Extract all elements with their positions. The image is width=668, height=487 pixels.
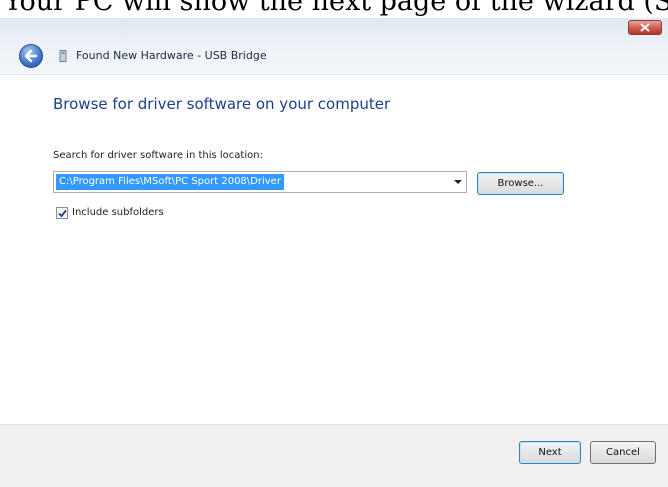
driver-path-value: C:\Program Files\MSoft\PC Sport 2008\Dri… — [56, 174, 284, 190]
driver-path-combobox[interactable]: C:\Program Files\MSoft\PC Sport 2008\Dri… — [53, 171, 467, 193]
search-location-label: Search for driver software in this locat… — [53, 150, 263, 161]
back-button[interactable] — [19, 44, 43, 68]
chevron-down-icon[interactable] — [454, 180, 462, 184]
caption-text: Your PC will show the next page of the w… — [4, 0, 668, 17]
page-heading: Browse for driver software on your compu… — [53, 95, 391, 113]
window-title: Found New Hardware - USB Bridge — [76, 49, 267, 62]
close-button[interactable] — [628, 20, 662, 35]
back-arrow-icon — [24, 49, 38, 63]
footer-bar: Next Cancel — [0, 424, 668, 487]
close-icon — [640, 23, 650, 32]
next-button[interactable]: Next — [519, 441, 581, 464]
hardware-icon — [59, 50, 67, 62]
include-subfolders-checkbox[interactable] — [56, 207, 68, 219]
wizard-window: Found New Hardware - USB Bridge Browse f… — [0, 18, 668, 487]
browse-button[interactable]: Browse... — [477, 172, 564, 195]
title-bar: Found New Hardware - USB Bridge — [0, 18, 668, 75]
cancel-button[interactable]: Cancel — [590, 441, 656, 464]
caption-text-clip: Your PC will show the next page of the w… — [0, 0, 668, 18]
checkmark-icon — [58, 209, 67, 218]
include-subfolders-label: Include subfolders — [72, 207, 164, 218]
